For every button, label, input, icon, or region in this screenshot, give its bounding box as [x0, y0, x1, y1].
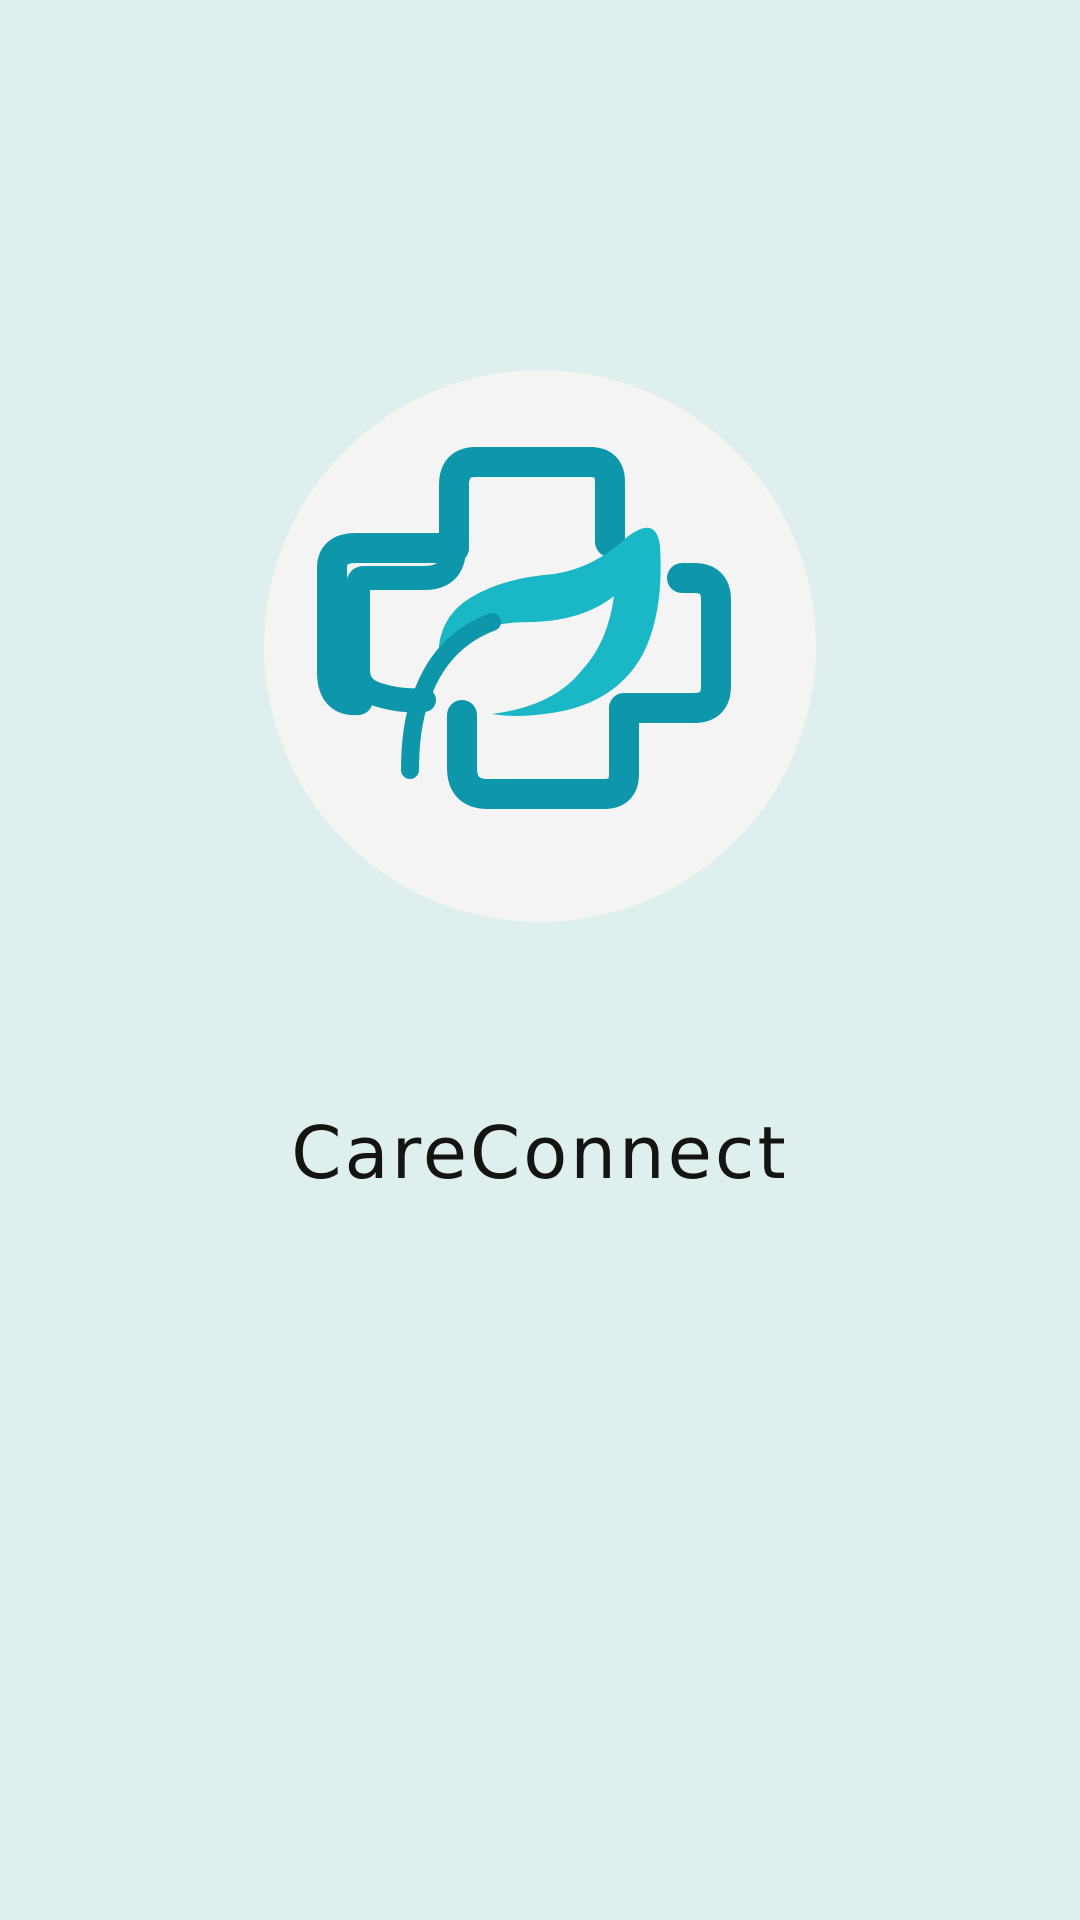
app-title: CareConnect	[291, 1111, 789, 1195]
app-logo	[264, 370, 816, 922]
splash-screen: CareConnect	[0, 0, 1080, 1920]
medical-cross-leaf-icon	[317, 447, 731, 809]
cross-outline	[317, 447, 731, 809]
